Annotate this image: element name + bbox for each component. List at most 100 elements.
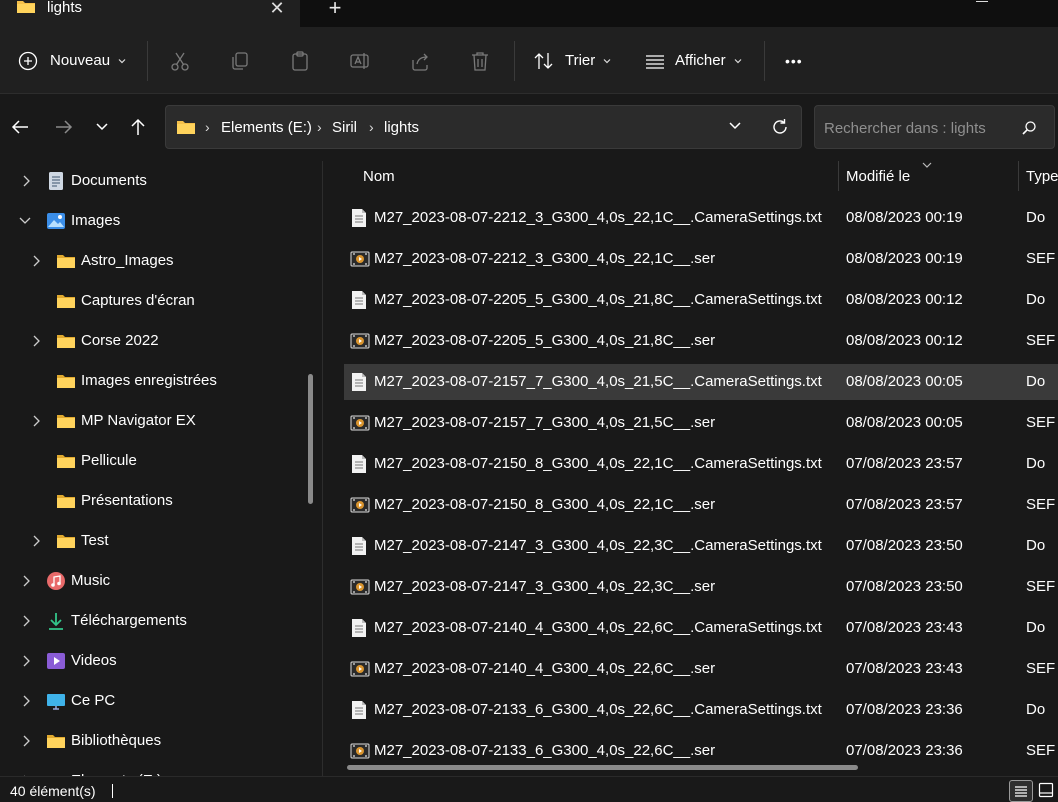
sidebar-scrollbar[interactable] xyxy=(308,374,313,504)
sidebar-item-documents[interactable]: Documents xyxy=(0,161,300,201)
address-bar[interactable]: › Elements (E:) › Siril › lights xyxy=(165,105,802,149)
horizontal-scrollbar[interactable] xyxy=(347,765,858,770)
folder-icon xyxy=(56,371,76,391)
file-row[interactable]: M27_2023-08-07-2150_8_G300_4,0s_22,1C__.… xyxy=(344,446,1058,482)
chevron-right-icon[interactable] xyxy=(21,734,31,748)
video-file-icon xyxy=(350,741,370,761)
up-button[interactable] xyxy=(126,115,150,139)
chevron-right-icon[interactable] xyxy=(31,414,41,428)
paste-button[interactable] xyxy=(289,27,311,94)
sidebar-item-videos[interactable]: Videos xyxy=(0,641,300,681)
sidebar-item-astro-images[interactable]: Astro_Images xyxy=(0,241,300,281)
chevron-right-icon[interactable] xyxy=(31,254,41,268)
share-button[interactable] xyxy=(409,27,431,94)
sidebar-item-elements-e[interactable]: Elements (E:) xyxy=(0,761,300,776)
breadcrumb-separator[interactable]: › xyxy=(369,119,374,136)
sidebar-item-pellicule[interactable]: Pellicule xyxy=(0,441,300,481)
file-modified: 07/08/2023 23:50 xyxy=(846,537,963,554)
sidebar-item-mp-navigator-ex[interactable]: MP Navigator EX xyxy=(0,401,300,441)
chevron-down-icon[interactable] xyxy=(728,120,742,132)
file-row[interactable]: M27_2023-08-07-2147_3_G300_4,0s_22,3C__.… xyxy=(344,528,1058,564)
breadcrumb-separator[interactable]: › xyxy=(317,119,322,136)
sidebar-item-t-l-chargements[interactable]: Téléchargements xyxy=(0,601,300,641)
sidebar-item-label: MP Navigator EX xyxy=(81,412,196,429)
trash-icon xyxy=(472,51,488,71)
view-button[interactable]: Afficher xyxy=(645,27,742,94)
file-row[interactable]: M27_2023-08-07-2205_5_G300_4,0s_21,8C__.… xyxy=(344,323,1058,359)
sidebar-item-images-enregistr-es[interactable]: Images enregistrées xyxy=(0,361,300,401)
folder-icon xyxy=(56,331,76,351)
refresh-icon[interactable] xyxy=(770,117,790,137)
delete-button[interactable] xyxy=(469,27,491,94)
breadcrumb-separator: › xyxy=(205,119,210,135)
recent-locations-button[interactable] xyxy=(90,115,114,139)
details-view-button[interactable] xyxy=(1009,780,1033,802)
tiles-view-icon[interactable] xyxy=(1038,782,1054,798)
search-box[interactable]: Rechercher dans : lights xyxy=(814,105,1055,149)
sidebar-item-label: Présentations xyxy=(81,492,173,509)
more-options-button[interactable]: ••• xyxy=(785,27,803,94)
new-tab-button[interactable]: + xyxy=(326,0,344,19)
chevron-down-icon[interactable] xyxy=(18,216,32,226)
cut-button[interactable] xyxy=(169,27,191,94)
forward-button[interactable] xyxy=(52,115,76,139)
breadcrumb-elements[interactable]: Elements (E:) xyxy=(221,119,312,136)
chevron-right-icon[interactable] xyxy=(21,614,31,628)
file-modified: 08/08/2023 00:12 xyxy=(846,332,963,349)
copy-button[interactable] xyxy=(229,27,251,94)
sidebar-item-label: Téléchargements xyxy=(71,612,187,629)
file-name: M27_2023-08-07-2133_6_G300_4,0s_22,6C__.… xyxy=(374,742,716,759)
chevron-right-icon[interactable] xyxy=(21,694,31,708)
chevron-right-icon[interactable] xyxy=(21,174,31,188)
sort-button[interactable]: Trier xyxy=(533,27,611,94)
column-header-type[interactable]: Type xyxy=(1026,168,1058,203)
text-file-icon xyxy=(350,536,368,556)
file-row[interactable]: M27_2023-08-07-2157_7_G300_4,0s_21,5C__.… xyxy=(344,364,1058,400)
chevron-right-icon[interactable] xyxy=(21,574,31,588)
column-divider[interactable] xyxy=(1018,161,1019,191)
text-file-icon xyxy=(350,372,368,392)
tab-lights[interactable]: lights ✕ xyxy=(0,0,300,27)
chevron-right-icon[interactable] xyxy=(31,334,41,348)
file-row[interactable]: M27_2023-08-07-2205_5_G300_4,0s_21,8C__.… xyxy=(344,282,1058,318)
chevron-right-icon[interactable] xyxy=(21,654,31,668)
sidebar-item-biblioth-ques[interactable]: Bibliothèques xyxy=(0,721,300,761)
file-modified: 07/08/2023 23:43 xyxy=(846,660,963,677)
breadcrumb-siril[interactable]: Siril xyxy=(332,119,357,136)
rename-button[interactable] xyxy=(349,27,371,94)
sidebar-item-test[interactable]: Test xyxy=(0,521,300,561)
breadcrumb-lights[interactable]: lights xyxy=(384,119,419,136)
file-row[interactable]: M27_2023-08-07-2133_6_G300_4,0s_22,6C__.… xyxy=(344,733,1058,769)
file-row[interactable]: M27_2023-08-07-2212_3_G300_4,0s_22,1C__.… xyxy=(344,241,1058,277)
new-button[interactable]: Nouveau xyxy=(18,27,126,94)
file-row[interactable]: M27_2023-08-07-2133_6_G300_4,0s_22,6C__.… xyxy=(344,692,1058,728)
minimize-icon[interactable] xyxy=(976,0,988,2)
back-button[interactable] xyxy=(8,115,32,139)
file-type: SEF xyxy=(1026,660,1056,677)
navigation-bar: › Elements (E:) › Siril › lights Recherc… xyxy=(0,95,1058,161)
search-placeholder: Rechercher dans : lights xyxy=(824,120,986,137)
sidebar-item-corse-2022[interactable]: Corse 2022 xyxy=(0,321,300,361)
sort-indicator-icon xyxy=(922,162,932,168)
sidebar-item-captures-d-cran[interactable]: Captures d'écran xyxy=(0,281,300,321)
file-row[interactable]: M27_2023-08-07-2140_4_G300_4,0s_22,6C__.… xyxy=(344,610,1058,646)
file-row[interactable]: M27_2023-08-07-2140_4_G300_4,0s_22,6C__.… xyxy=(344,651,1058,687)
file-row[interactable]: M27_2023-08-07-2147_3_G300_4,0s_22,3C__.… xyxy=(344,569,1058,605)
file-row[interactable]: M27_2023-08-07-2212_3_G300_4,0s_22,1C__.… xyxy=(344,200,1058,236)
sidebar-item-ce-pc[interactable]: Ce PC xyxy=(0,681,300,721)
file-modified: 07/08/2023 23:57 xyxy=(846,496,963,513)
sidebar-item-music[interactable]: Music xyxy=(0,561,300,601)
file-row[interactable]: M27_2023-08-07-2150_8_G300_4,0s_22,1C__.… xyxy=(344,487,1058,523)
chevron-right-icon[interactable] xyxy=(31,534,41,548)
sidebar-item-pr-sentations[interactable]: Présentations xyxy=(0,481,300,521)
close-tab-icon[interactable]: ✕ xyxy=(269,0,285,17)
toolbar-divider xyxy=(514,41,515,81)
search-icon[interactable] xyxy=(1021,120,1037,136)
column-header-modified[interactable]: Modifié le xyxy=(846,168,910,203)
chevron-down-icon xyxy=(96,123,108,131)
column-divider[interactable] xyxy=(838,161,839,191)
column-header-name[interactable]: Nom xyxy=(363,168,395,203)
file-row[interactable]: M27_2023-08-07-2157_7_G300_4,0s_21,5C__.… xyxy=(344,405,1058,441)
sidebar-item-images[interactable]: Images xyxy=(0,201,300,241)
more-icon: ••• xyxy=(785,52,803,69)
